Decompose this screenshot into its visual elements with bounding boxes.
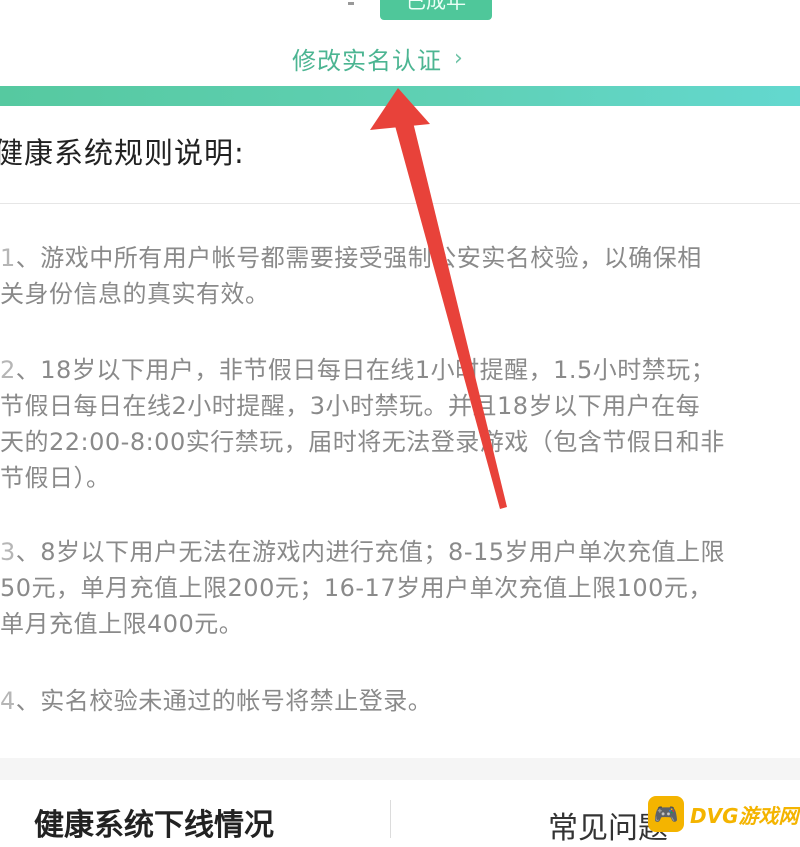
rule-line: 4、实名校验未通过的帐号将禁止登录。 [0, 687, 433, 715]
rule-number: 4 [0, 687, 16, 715]
modify-real-name-link[interactable]: 修改实名认证 › [292, 40, 464, 76]
watermark-text: DVG游戏网 [690, 803, 799, 828]
decorative-dot [348, 2, 354, 5]
rule-line: 关身份信息的真实有效。 [0, 280, 270, 308]
section-gap [0, 758, 800, 780]
gamepad-icon: 🎮 [648, 796, 684, 832]
rule-number: 2 [0, 356, 16, 384]
watermark: 🎮 DVG游戏网 [648, 794, 799, 834]
rule-number: 1 [0, 244, 16, 272]
rule-item-3: 3、8岁以下用户无法在游戏内进行充值；8-15岁用户单次充值上限 50元，单月充… [0, 534, 800, 642]
rule-item-4: 4、实名校验未通过的帐号将禁止登录。 [0, 683, 800, 719]
tab-separator [390, 800, 391, 838]
rule-item-1: 1、游戏中所有用户帐号都需要接受强制公安实名校验，以确保相 关身份信息的真实有效… [0, 240, 800, 312]
rule-line: 节假日每日在线2小时提醒，3小时禁玩。并且18岁以下用户在每 [0, 392, 701, 420]
rule-line: 1、游戏中所有用户帐号都需要接受强制公安实名校验，以确保相 [0, 244, 702, 272]
rule-line: 50元，单月充值上限200元；16-17岁用户单次充值上限100元， [0, 574, 713, 602]
tab-health-offline-status[interactable]: 健康系统下线情况 [34, 800, 274, 844]
chevron-right-icon: › [454, 45, 464, 71]
header-gradient-bar [0, 86, 800, 106]
rules-title: 健康系统规则说明: [0, 136, 245, 170]
rule-line: 天的22:00-8:00实行禁玩，届时将无法登录游戏（包含节假日和非 [0, 428, 725, 456]
status-badge: 已成年 [380, 0, 492, 20]
rule-item-2: 2、18岁以下用户，非节假日每日在线1小时提醒，1.5小时禁玩； 节假日每日在线… [0, 352, 800, 496]
rule-line: 节假日）。 [0, 464, 111, 492]
rule-number: 3 [0, 538, 16, 566]
divider [0, 203, 800, 204]
rule-line: 单月充值上限400元。 [0, 610, 244, 638]
modify-real-name-label: 修改实名认证 [292, 46, 442, 75]
rule-line: 2、18岁以下用户，非节假日每日在线1小时提醒，1.5小时禁玩； [0, 356, 716, 384]
rule-line: 3、8岁以下用户无法在游戏内进行充值；8-15岁用户单次充值上限 [0, 538, 726, 566]
header-area: 已成年 修改实名认证 › [0, 0, 800, 88]
